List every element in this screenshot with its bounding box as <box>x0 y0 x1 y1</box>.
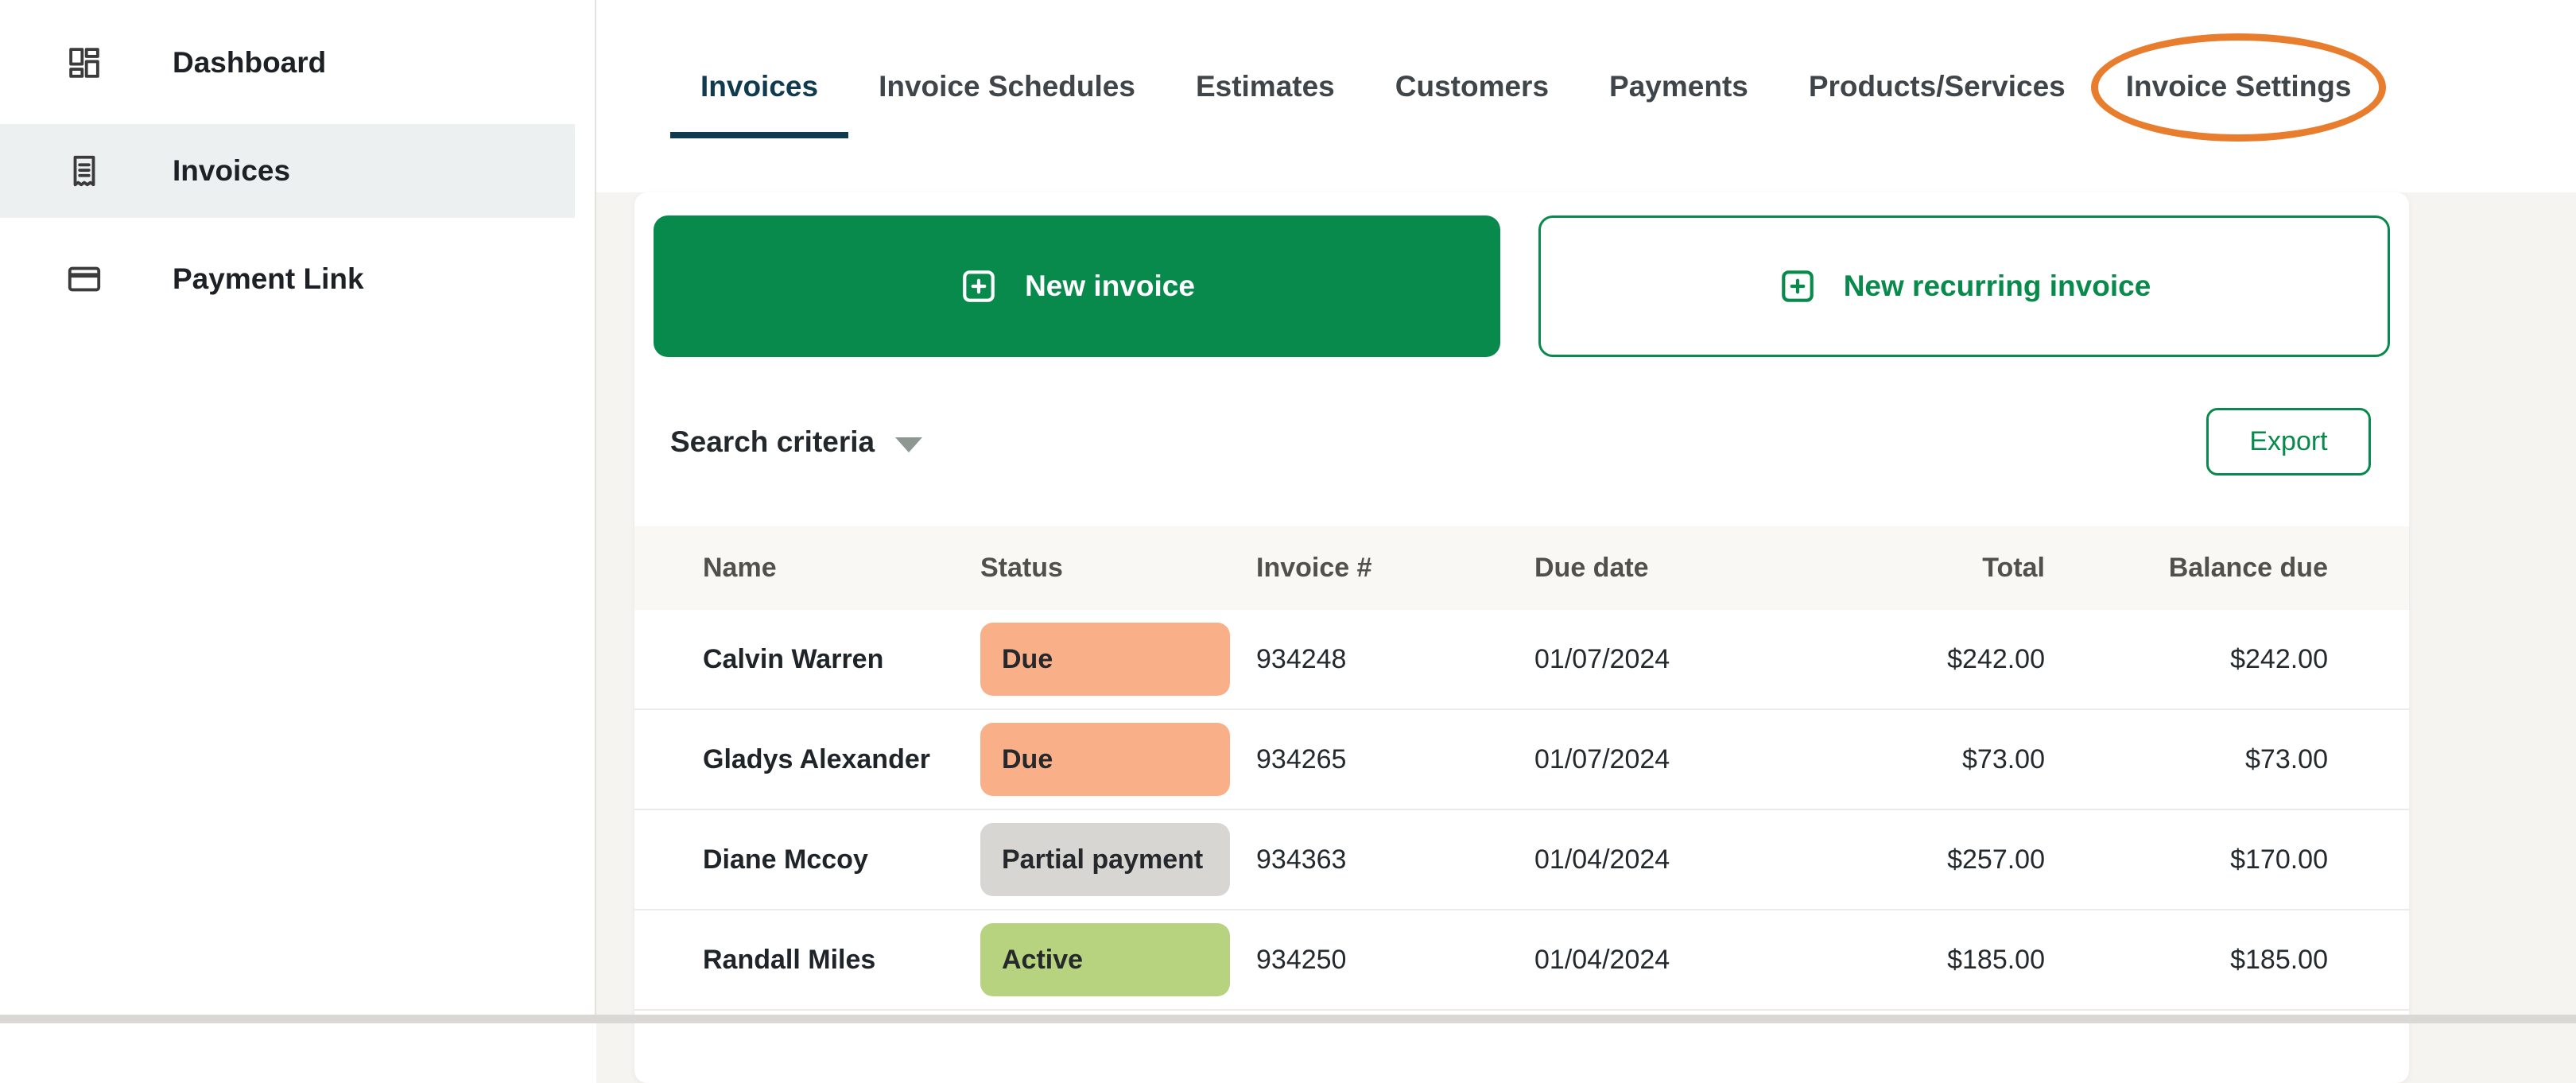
plus-square-icon <box>959 266 999 306</box>
cell-total: $242.00 <box>1806 644 2045 675</box>
tab-label: Estimates <box>1196 70 1335 103</box>
cell-status: Due <box>980 623 1256 696</box>
table-row[interactable]: Randall Miles Active 934250 01/04/2024 $… <box>634 910 2409 1011</box>
cell-invoice-number: 934250 <box>1256 945 1534 976</box>
cell-balance-due: $242.00 <box>2045 644 2328 675</box>
receipt-icon <box>66 153 103 189</box>
column-header-invoice-number: Invoice # <box>1256 553 1534 584</box>
new-recurring-invoice-button[interactable]: New recurring invoice <box>1538 215 2390 357</box>
card-icon <box>66 261 103 297</box>
status-badge: Due <box>980 623 1230 696</box>
main-area: Invoices Invoice Schedules Estimates Cus… <box>596 0 2576 1023</box>
cell-status: Partial payment <box>980 823 1256 896</box>
cell-name: Gladys Alexander <box>703 744 980 775</box>
dashboard-grid-icon <box>66 45 103 81</box>
cell-total: $73.00 <box>1806 744 2045 775</box>
content-area: New invoice New recurring invoice <box>596 192 2576 1083</box>
new-invoice-button[interactable]: New invoice <box>654 215 1500 357</box>
table-row[interactable]: Calvin Warren Due 934248 01/07/2024 $242… <box>634 610 2409 710</box>
cell-due-date: 01/04/2024 <box>1534 844 1806 875</box>
table-header: Name Status Invoice # Due date Total Bal… <box>634 526 2409 610</box>
cell-name: Diane Mccoy <box>703 844 980 875</box>
export-button[interactable]: Export <box>2206 408 2371 476</box>
status-badge: Active <box>980 923 1230 996</box>
tab-invoices[interactable]: Invoices <box>670 70 848 138</box>
invoices-card: New invoice New recurring invoice <box>634 192 2409 1083</box>
sidebar-item-invoices[interactable]: Invoices <box>0 124 575 218</box>
cell-total: $257.00 <box>1806 844 2045 875</box>
column-header-name: Name <box>703 553 980 584</box>
cell-status: Active <box>980 923 1256 996</box>
cell-invoice-number: 934265 <box>1256 744 1534 775</box>
cell-due-date: 01/04/2024 <box>1534 945 1806 976</box>
new-invoice-label: New invoice <box>1025 270 1195 303</box>
table-row[interactable]: Gladys Alexander Due 934265 01/07/2024 $… <box>634 710 2409 810</box>
sidebar-item-dashboard[interactable]: Dashboard <box>0 16 575 110</box>
tab-estimates[interactable]: Estimates <box>1166 70 1365 138</box>
action-buttons-row: New invoice New recurring invoice <box>634 192 2409 357</box>
cell-due-date: 01/07/2024 <box>1534 744 1806 775</box>
tab-payments[interactable]: Payments <box>1579 70 1779 138</box>
window-bottom-edge <box>0 1015 2576 1023</box>
tab-customers[interactable]: Customers <box>1365 70 1579 138</box>
tab-products-services[interactable]: Products/Services <box>1779 70 2096 138</box>
cell-balance-due: $185.00 <box>2045 945 2328 976</box>
toolbar: Search criteria Export <box>634 357 2409 526</box>
cell-balance-due: $170.00 <box>2045 844 2328 875</box>
tab-label: Customers <box>1395 70 1549 103</box>
sidebar-item-label: Dashboard <box>173 46 326 80</box>
tab-bar: Invoices Invoice Schedules Estimates Cus… <box>596 0 2576 192</box>
status-badge: Due <box>980 723 1230 796</box>
plus-square-icon <box>1778 266 1818 306</box>
cell-name: Randall Miles <box>703 945 980 976</box>
cell-invoice-number: 934248 <box>1256 644 1534 675</box>
cell-due-date: 01/07/2024 <box>1534 644 1806 675</box>
column-header-status: Status <box>980 553 1256 584</box>
sidebar-item-label: Payment Link <box>173 262 364 296</box>
cell-name: Calvin Warren <box>703 644 980 675</box>
tab-label: Invoice Schedules <box>879 70 1135 103</box>
column-header-balance-due: Balance due <box>2045 553 2328 584</box>
status-badge: Partial payment <box>980 823 1230 896</box>
tab-label: Invoice Settings <box>2126 70 2352 103</box>
tab-label: Invoices <box>700 70 818 103</box>
invoices-table: Name Status Invoice # Due date Total Bal… <box>634 526 2409 1011</box>
sidebar-item-payment-link[interactable]: Payment Link <box>0 232 575 326</box>
new-recurring-invoice-label: New recurring invoice <box>1844 270 2151 303</box>
cell-total: $185.00 <box>1806 945 2045 976</box>
tab-invoice-settings[interactable]: Invoice Settings <box>2096 70 2382 138</box>
cell-balance-due: $73.00 <box>2045 744 2328 775</box>
table-row[interactable]: Diane Mccoy Partial payment 934363 01/04… <box>634 810 2409 910</box>
sidebar: Dashboard Invoices Payment Link <box>0 0 596 1023</box>
tab-label: Payments <box>1609 70 1748 103</box>
sidebar-item-label: Invoices <box>173 154 290 188</box>
chevron-down-icon <box>895 437 922 452</box>
tab-label: Products/Services <box>1809 70 2066 103</box>
column-header-total: Total <box>1806 553 2045 584</box>
tab-invoice-schedules[interactable]: Invoice Schedules <box>848 70 1166 138</box>
cell-status: Due <box>980 723 1256 796</box>
app-window: Dashboard Invoices Payment Link <box>0 0 2576 1023</box>
cell-invoice-number: 934363 <box>1256 844 1534 875</box>
search-criteria-dropdown[interactable]: Search criteria <box>670 425 922 459</box>
search-criteria-label: Search criteria <box>670 425 875 459</box>
column-header-due-date: Due date <box>1534 553 1806 584</box>
